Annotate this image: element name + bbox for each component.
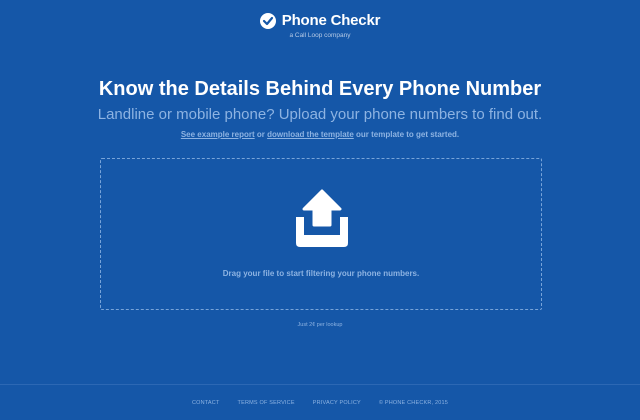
page-title: Know the Details Behind Every Phone Numb… (98, 78, 542, 100)
dropzone-text: Drag your file to start filtering your p… (222, 269, 420, 278)
hint-or: or (254, 130, 268, 139)
logo-row: Phone Checkr (259, 12, 381, 29)
hint-text: See example report or download the templ… (0, 130, 640, 139)
footer: CONTACT TERMS OF SERVICE PRIVACY POLICY … (0, 384, 640, 420)
footer-link-terms[interactable]: TERMS OF SERVICE (238, 400, 295, 406)
download-template-link[interactable]: download the template (267, 130, 354, 139)
page: Phone Checkr a Call Loop company Know th… (0, 0, 640, 420)
footer-copyright: © PHONE CHECKR, 2015 (378, 399, 449, 406)
logo[interactable]: Phone Checkr a Call Loop company (0, 12, 640, 39)
footer-link-contact[interactable]: CONTACT (192, 400, 220, 406)
upload-icon (296, 189, 348, 247)
brand-tagline: a Call Loop company (289, 32, 351, 39)
file-dropzone[interactable]: Drag your file to start filtering your p… (100, 158, 542, 310)
page-subtitle: Landline or mobile phone? Upload your ph… (97, 106, 543, 123)
brand-name: Phone Checkr (281, 12, 381, 29)
hint-rest: our template to get started. (353, 130, 460, 139)
pricing-note: Just 2¢ per lookup (297, 322, 343, 328)
example-report-link[interactable]: See example report (181, 130, 255, 139)
checkmark-icon (259, 12, 276, 29)
footer-link-privacy[interactable]: PRIVACY POLICY (313, 400, 361, 406)
